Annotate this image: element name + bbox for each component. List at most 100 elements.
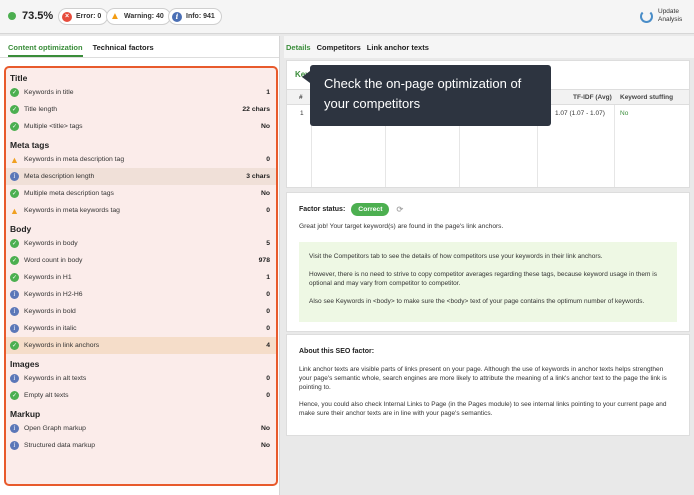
factor-name: Keywords in title (24, 89, 74, 96)
left-tabs: Content optimization Technical factors (0, 36, 279, 58)
factor-row[interactable]: i Keywords in alt texts 0 (6, 370, 276, 387)
factor-name: Meta description length (24, 173, 95, 180)
check-icon: ✓ (10, 88, 19, 97)
factor-row[interactable]: ▲ Keywords in meta keywords tag 0 (6, 202, 276, 219)
factor-value: 22 chars (242, 106, 270, 113)
factor-row[interactable]: ✓ Keywords in body 5 (6, 235, 276, 252)
factor-row[interactable]: ✓ Title length 22 chars (6, 101, 276, 118)
factor-value: 0 (266, 207, 270, 214)
factor-name: Empty alt texts (24, 392, 69, 399)
factor-name: Keywords in alt texts (24, 375, 87, 382)
factor-name: Open Graph markup (24, 425, 86, 432)
about-title: About this SEO factor: (299, 348, 375, 355)
score: 73.5% (8, 10, 53, 22)
update-label: Update Analysis (658, 8, 683, 23)
factor-name: Keywords in bold (24, 308, 76, 315)
factor-row[interactable]: i Keywords in bold 0 (6, 303, 276, 320)
factor-name: Multiple meta description tags (24, 190, 114, 197)
factor-details: Factor status: Correct ⟳ Great job! Your… (286, 192, 690, 332)
error-label: Error: 0 (76, 13, 102, 20)
factor-row[interactable]: ✓ Empty alt texts 0 (6, 387, 276, 404)
factor-value: 1 (266, 274, 270, 281)
info-label: Info: 941 (186, 13, 215, 20)
tab-competitors[interactable]: Competitors (317, 36, 361, 58)
factor-value: 3 chars (246, 173, 270, 180)
info-icon: i (10, 424, 19, 433)
factor-row[interactable]: i Keywords in italic 0 (6, 320, 276, 337)
factor-name: Keywords in H2-H6 (24, 291, 83, 298)
row-number: 1 (300, 110, 304, 117)
factor-name: Keywords in meta keywords tag (24, 207, 120, 214)
factor-value: No (260, 442, 270, 449)
factor-row[interactable]: ✓ Keywords in title 1 (6, 84, 276, 101)
note-paragraph-1: Visit the Competitors tab to see the det… (309, 253, 603, 260)
factor-value: 0 (266, 375, 270, 382)
refresh-icon (640, 9, 653, 23)
factor-value: 5 (266, 240, 270, 247)
tab-technical-factors[interactable]: Technical factors (93, 36, 154, 57)
tab-content-optimization[interactable]: Content optimization (8, 36, 83, 57)
factor-value: 0 (266, 308, 270, 315)
factor-row[interactable]: i Structured data markup No (6, 437, 276, 454)
group-title: Markup (10, 409, 41, 419)
info-icon: i (10, 324, 19, 333)
factor-name: Title length (24, 106, 57, 113)
check-icon: ✓ (10, 391, 19, 400)
warning-icon: ▲ (110, 11, 120, 22)
factor-value: 978 (258, 257, 270, 264)
factor-name: Keywords in H1 (24, 274, 72, 281)
group-title: Body (10, 224, 32, 234)
factor-value: 0 (266, 325, 270, 332)
factor-value: 0 (266, 156, 270, 163)
info-icon: i (10, 307, 19, 316)
tab-details[interactable]: Details (286, 36, 311, 58)
note-paragraph-3: Also see Keywords in <body> to make sure… (309, 298, 645, 305)
factor-value: No (260, 425, 270, 432)
warning-icon: ▲ (10, 205, 19, 216)
row-stuffing: No (620, 110, 629, 117)
factor-value: 4 (266, 342, 270, 349)
info-icon: i (172, 11, 182, 22)
check-icon: ✓ (10, 273, 19, 282)
factor-row[interactable]: ✓ Word count in body 978 (6, 252, 276, 269)
col-tfidf: TF-IDF (Avg) (573, 94, 612, 101)
factor-row[interactable]: ✓ Multiple <title> tags No (6, 118, 276, 135)
about-factor: About this SEO factor: Link anchor texts… (286, 334, 690, 436)
note-paragraph-2: However, there is no need to strive to c… (309, 271, 657, 287)
factor-row[interactable]: ▲ Keywords in meta description tag 0 (6, 151, 276, 168)
factor-value: 0 (266, 392, 270, 399)
warning-label: Warning: 40 (124, 13, 164, 20)
group-title: Title (10, 73, 28, 83)
recheck-icon[interactable]: ⟳ (396, 205, 403, 214)
factor-row[interactable]: i Open Graph markup No (6, 420, 276, 437)
check-icon: ✓ (10, 256, 19, 265)
check-icon: ✓ (10, 341, 19, 350)
factor-value: No (260, 123, 270, 130)
factor-row[interactable]: ✓ Keywords in link anchors 4 (6, 337, 276, 354)
factor-row[interactable]: i Keywords in H2-H6 0 (6, 286, 276, 303)
factor-row[interactable]: ✓ Multiple meta description tags No (6, 185, 276, 202)
factors-list: Title ✓ Keywords in title 1 ✓ Title length 22 … (4, 66, 278, 486)
factor-name: Keywords in italic (24, 325, 77, 332)
competitors-tooltip: Check the on-page optimization of your c… (302, 65, 551, 126)
factor-name: Structured data markup (24, 442, 96, 449)
factor-row[interactable]: ✓ Keywords in H1 1 (6, 269, 276, 286)
check-icon: ✓ (10, 239, 19, 248)
tab-link-anchor-texts[interactable]: Link anchor texts (367, 36, 429, 58)
group-title: Images (10, 359, 40, 369)
factor-row[interactable]: i Meta description length 3 chars (6, 168, 276, 185)
warning-pill[interactable]: ▲ Warning: 40 (106, 8, 171, 25)
factor-value: No (260, 190, 270, 197)
info-pill[interactable]: i Info: 941 (168, 8, 222, 25)
check-icon: ✓ (10, 122, 19, 131)
right-tabs: Details Competitors Link anchor texts (284, 36, 694, 58)
update-analysis-button[interactable]: Update Analysis (640, 8, 686, 24)
score-dot-icon (8, 12, 16, 20)
error-pill[interactable]: × Error: 0 (58, 8, 109, 25)
info-icon: i (10, 290, 19, 299)
status-badge: Correct (351, 203, 390, 216)
factor-value: 1 (266, 89, 270, 96)
factor-status: Factor status: Correct ⟳ (299, 203, 403, 216)
status-message: Great job! Your target keyword(s) are fo… (299, 223, 504, 230)
group-title: Meta tags (10, 140, 50, 150)
